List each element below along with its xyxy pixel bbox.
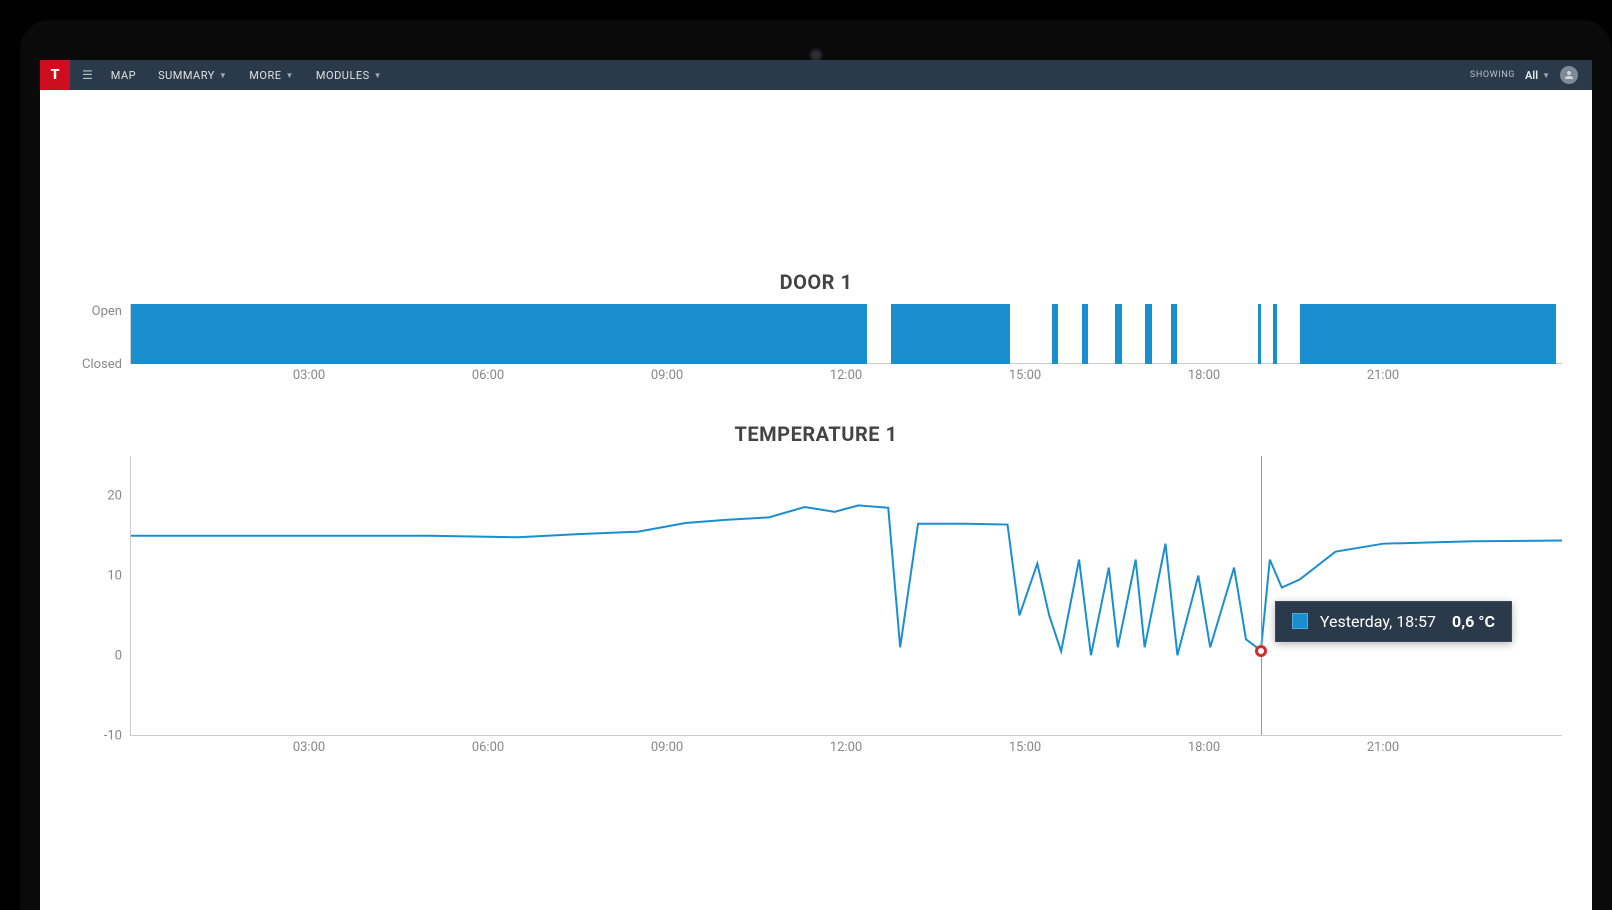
caret-down-icon: ▼ <box>219 71 227 80</box>
user-avatar[interactable] <box>1560 66 1578 84</box>
temp-x-axis: 03:00 06:00 09:00 12:00 15:00 18:00 21:00 <box>130 740 1562 764</box>
door-open-segment <box>131 304 867 364</box>
nav-map[interactable]: MAP <box>111 69 136 82</box>
tooltip-time: Yesterday, 18:57 <box>1320 612 1436 631</box>
y-tick: -10 <box>104 729 122 744</box>
x-tick: 15:00 <box>1009 368 1041 383</box>
door-track <box>130 304 1562 364</box>
user-icon <box>1563 69 1575 81</box>
hamburger-icon[interactable]: ☰ <box>70 68 105 82</box>
temp-xaxis-holder: 03:00 06:00 09:00 12:00 15:00 18:00 21:00 <box>130 736 1562 764</box>
x-tick: 03:00 <box>293 740 325 755</box>
y-tick: 0 <box>115 649 122 664</box>
caret-down-icon: ▼ <box>1542 71 1550 80</box>
x-tick: 21:00 <box>1367 368 1399 383</box>
nav-modules-label: MODULES <box>316 69 370 82</box>
door-chart-block: DOOR 1 Open Closed 03:00 06:00 09:00 12:00 1… <box>70 270 1562 392</box>
x-tick: 09:00 <box>651 368 683 383</box>
door-plot[interactable]: 03:00 06:00 09:00 12:00 15:00 18:00 21:00 <box>130 304 1562 392</box>
door-chart-title: DOOR 1 <box>70 270 1562 294</box>
x-tick: 06:00 <box>472 368 504 383</box>
main-nav: MAP SUMMARY ▼ MORE ▼ MODULES ▼ <box>111 69 382 82</box>
chart-tooltip: Yesterday, 18:57 0,6 °C <box>1275 601 1512 642</box>
logo-letter: T <box>51 67 60 83</box>
door-open-segment <box>891 304 1010 364</box>
nav-modules[interactable]: MODULES ▼ <box>316 69 382 82</box>
nav-summary[interactable]: SUMMARY ▼ <box>158 69 227 82</box>
door-open-segment <box>1082 304 1088 364</box>
filter-value: All <box>1525 69 1538 82</box>
x-tick: 18:00 <box>1188 368 1220 383</box>
series-color-swatch-icon <box>1292 613 1308 629</box>
caret-down-icon: ▼ <box>286 71 294 80</box>
door-chart-wrap: Open Closed 03:00 06:00 09:00 12:00 15:00 18:… <box>70 304 1562 392</box>
tooltip-value: 0,6 °C <box>1452 612 1495 631</box>
x-tick: 18:00 <box>1188 740 1220 755</box>
nav-map-label: MAP <box>111 69 136 82</box>
laptop-frame: T ☰ MAP SUMMARY ▼ MORE ▼ MODULES ▼ <box>20 20 1612 910</box>
door-open-segment <box>1258 304 1261 364</box>
content-area: DOOR 1 Open Closed 03:00 06:00 09:00 12:00 1… <box>40 90 1592 834</box>
door-open-segment <box>1145 304 1152 364</box>
showing-label: SHOWING <box>1470 70 1515 80</box>
x-tick: 12:00 <box>830 740 862 755</box>
door-open-segment <box>1052 304 1058 364</box>
door-y-open: Open <box>70 304 122 319</box>
x-tick: 15:00 <box>1009 740 1041 755</box>
app-screen: T ☰ MAP SUMMARY ▼ MORE ▼ MODULES ▼ <box>40 60 1592 910</box>
x-tick: 21:00 <box>1367 740 1399 755</box>
crosshair-line <box>1261 456 1262 735</box>
x-tick: 06:00 <box>472 740 504 755</box>
nav-summary-label: SUMMARY <box>158 69 215 82</box>
x-tick: 12:00 <box>830 368 862 383</box>
door-open-segment <box>1115 304 1122 364</box>
caret-down-icon: ▼ <box>374 71 382 80</box>
temp-chart-title: TEMPERATURE 1 <box>70 422 1562 446</box>
door-open-segment <box>1171 304 1177 364</box>
filter-dropdown[interactable]: All ▼ <box>1525 69 1550 82</box>
door-y-axis: Open Closed <box>70 304 130 372</box>
topbar-right: SHOWING All ▼ <box>1470 66 1592 84</box>
door-x-axis: 03:00 06:00 09:00 12:00 15:00 18:00 21:00 <box>130 368 1562 392</box>
highlight-marker-icon <box>1255 645 1267 657</box>
temp-chart-wrap: 20100-10 Yesterday, 18:570,6 °C <box>70 456 1562 736</box>
nav-more[interactable]: MORE ▼ <box>249 69 294 82</box>
temp-plot[interactable]: Yesterday, 18:57 0,6 °C <box>130 456 1562 736</box>
app-logo[interactable]: T <box>40 60 70 90</box>
door-open-segment <box>1273 304 1277 364</box>
temp-line-svg <box>131 456 1562 735</box>
door-y-closed: Closed <box>70 357 122 372</box>
topbar: T ☰ MAP SUMMARY ▼ MORE ▼ MODULES ▼ <box>40 60 1592 90</box>
door-open-segment <box>1300 304 1556 364</box>
x-tick: 09:00 <box>651 740 683 755</box>
temp-xaxis-wrap: 03:00 06:00 09:00 12:00 15:00 18:00 21:00 <box>70 736 1562 764</box>
y-tick: 20 <box>107 489 122 504</box>
temp-chart-block: TEMPERATURE 1 20 10 0 -10 Yesterday, 18:57 0… <box>70 422 1562 764</box>
nav-more-label: MORE <box>249 69 281 82</box>
temp-y-axis: 20100-10 <box>70 456 130 736</box>
x-tick: 03:00 <box>293 368 325 383</box>
y-tick: 10 <box>107 569 122 584</box>
